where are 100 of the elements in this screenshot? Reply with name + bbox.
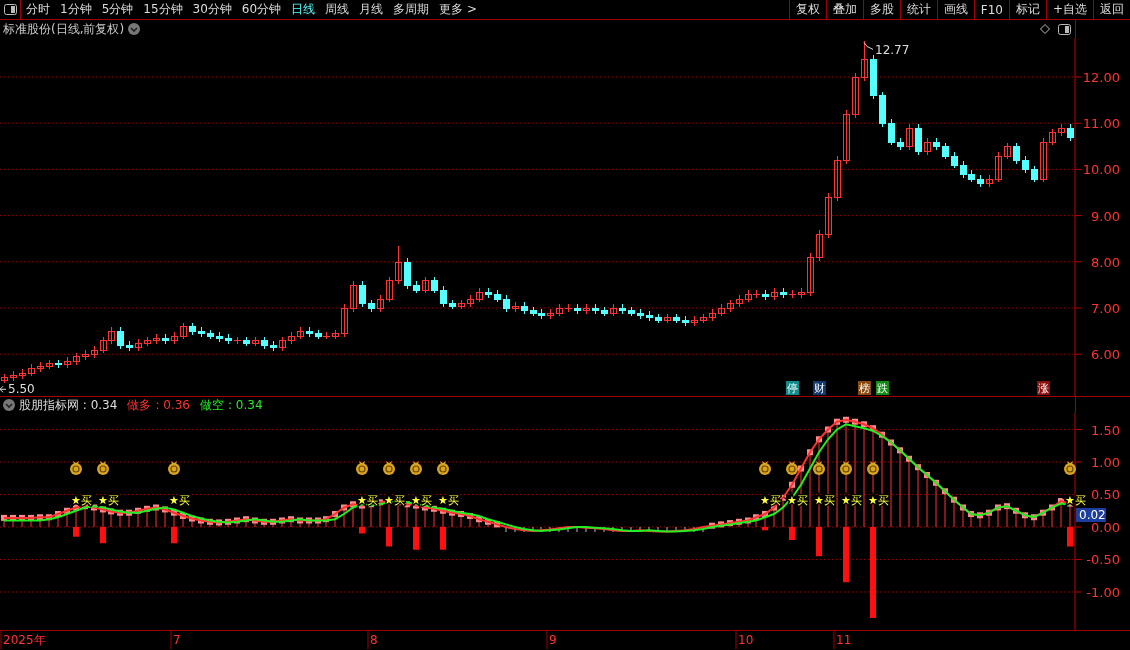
high-price-label: 12.77 <box>875 43 910 58</box>
candlestick <box>297 326 304 340</box>
candlestick <box>709 308 716 322</box>
candlestick <box>64 356 71 369</box>
candlestick <box>583 303 590 315</box>
money-bag-icon <box>383 461 395 475</box>
event-tag[interactable]: 榜 <box>858 381 871 395</box>
candlestick <box>825 192 832 239</box>
period-tab[interactable]: 60分钟 <box>236 0 287 19</box>
candlestick <box>834 155 841 202</box>
diamond-icon[interactable] <box>1040 24 1050 34</box>
candlestick <box>807 252 814 297</box>
event-tag[interactable]: 跌 <box>876 381 889 395</box>
event-tag[interactable]: 涨 <box>1037 381 1050 395</box>
candlestick <box>655 313 662 324</box>
toolbar-button[interactable]: 多股 <box>862 0 900 19</box>
event-tag[interactable]: 财 <box>813 381 826 395</box>
candlestick <box>332 329 339 340</box>
toolbar-button[interactable]: 返回 <box>1093 0 1130 19</box>
candlestick <box>171 331 178 345</box>
candlestick <box>135 338 142 352</box>
event-tag[interactable]: 停 <box>786 381 799 395</box>
buy-signal-label: ★买 <box>71 494 92 507</box>
candlestick <box>288 331 295 345</box>
toolbar-button[interactable]: 复权 <box>788 0 826 19</box>
candlestick <box>386 276 393 303</box>
candlestick <box>153 333 160 345</box>
toolbar-button[interactable]: 标记 <box>1008 0 1046 19</box>
candlestick <box>404 257 411 290</box>
dropdown-icon[interactable] <box>3 399 15 411</box>
axis-label: 12.00 <box>1082 70 1120 85</box>
money-bag-icon <box>867 461 879 475</box>
candlestick <box>592 303 599 315</box>
period-tab[interactable]: 分时 <box>21 0 55 19</box>
candlestick <box>610 303 617 317</box>
period-tab[interactable]: 日线 <box>286 0 321 19</box>
candlestick <box>189 322 196 336</box>
period-tab[interactable]: 1分钟 <box>55 0 97 19</box>
candlestick <box>637 308 644 320</box>
candlestick <box>467 294 474 308</box>
candlestick <box>556 303 563 317</box>
candlestick <box>915 123 922 156</box>
candlestick <box>951 151 958 169</box>
toolbar-button[interactable]: F10 <box>973 0 1009 19</box>
axis-label: 0.50 <box>1091 487 1120 503</box>
period-tab[interactable]: 多周期 <box>388 0 435 19</box>
period-tab[interactable]: 5分钟 <box>96 0 139 19</box>
candlestick <box>574 303 581 315</box>
candlestick <box>1013 142 1020 165</box>
period-tab[interactable]: 月线 <box>354 0 389 19</box>
toolbar-button[interactable]: +自选 <box>1045 0 1093 19</box>
candlestick <box>431 276 438 294</box>
money-bag-icon <box>97 461 109 475</box>
axis-label: 6.00 <box>1091 347 1120 363</box>
candlestick <box>476 287 483 303</box>
signal-bar <box>816 527 822 557</box>
toolbar-button[interactable]: 叠加 <box>825 0 863 19</box>
buy-signal-label: ★买 <box>841 494 862 507</box>
candlestick <box>1049 128 1056 146</box>
panel-toggle-icon[interactable] <box>3 4 17 15</box>
buy-signal-label: ★买 <box>98 494 119 507</box>
low-marker-arrow <box>0 385 7 393</box>
candlestick <box>933 137 940 151</box>
period-tab[interactable]: 周线 <box>320 0 355 19</box>
legend-name: 做多 <box>127 396 152 414</box>
date-label: 8 <box>370 633 378 647</box>
candlestick <box>279 336 286 352</box>
candlestick <box>252 336 259 347</box>
signal-bar <box>1067 527 1073 547</box>
candlestick <box>350 280 357 313</box>
toolbar-button[interactable]: 画线 <box>936 0 974 19</box>
axis-label: 8.00 <box>1091 254 1120 270</box>
candlestick <box>1040 137 1047 183</box>
candlestick <box>789 289 796 299</box>
candlestick <box>870 54 877 100</box>
candlestick <box>162 333 169 345</box>
period-tab[interactable]: 30分钟 <box>187 0 237 19</box>
candlestick <box>861 40 868 82</box>
signal-bar <box>762 527 768 531</box>
panel-toggle-icon[interactable] <box>1058 23 1071 35</box>
signal-bar <box>171 527 177 544</box>
candlestick <box>46 359 53 370</box>
date-label: 2025年 <box>3 633 46 647</box>
axis-label: 9.00 <box>1091 208 1120 224</box>
toolbar-button[interactable]: 统计 <box>899 0 937 19</box>
buy-signal-label: ★买 <box>384 494 405 507</box>
signal-bar <box>359 527 365 534</box>
period-tab[interactable]: 更多 > <box>434 0 482 19</box>
dropdown-icon[interactable] <box>128 23 141 35</box>
candlestick <box>924 137 931 156</box>
period-tab[interactable]: 15分钟 <box>138 0 188 19</box>
candlestick <box>888 118 895 146</box>
indicator-name: 股朋指标网 : 0.34 <box>19 396 118 414</box>
candlestick <box>198 326 205 338</box>
candlestick <box>977 174 984 188</box>
candlestick <box>377 294 384 313</box>
axis-label: 1.00 <box>1091 455 1120 470</box>
axis-label: -0.50 <box>1086 552 1120 568</box>
candlestick <box>1058 123 1065 137</box>
candlestick <box>512 301 519 313</box>
